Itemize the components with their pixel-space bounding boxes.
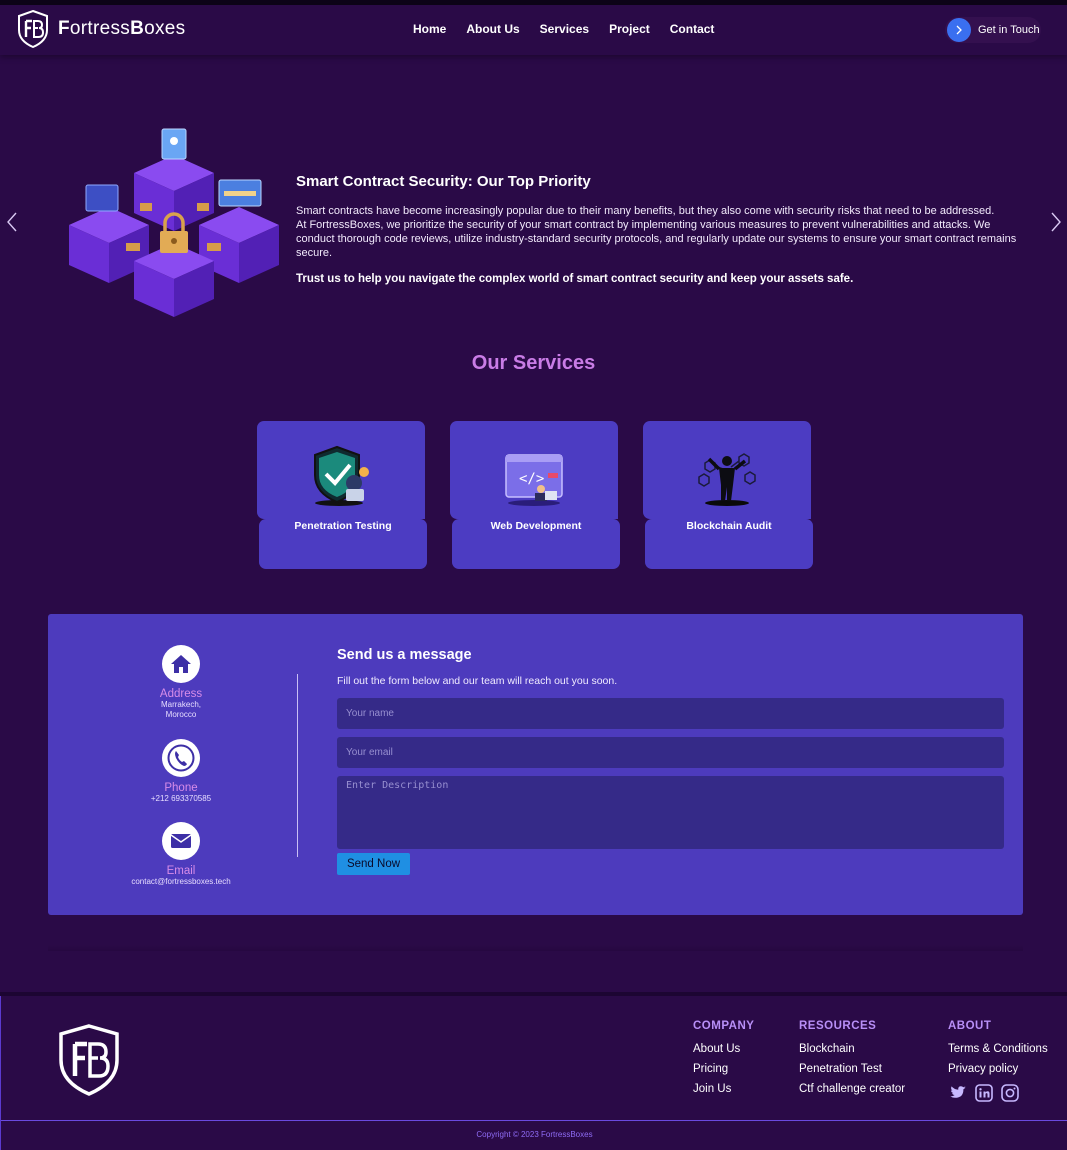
section-divider: [48, 945, 1023, 951]
nav-link-about[interactable]: About Us: [466, 22, 519, 36]
envelope-icon: [162, 822, 200, 860]
get-in-touch-label: Get in Touch: [978, 24, 1040, 36]
blockchain-person-icon: [698, 453, 756, 506]
form-title: Send us a message: [337, 647, 472, 663]
address-line-2: Morocco: [165, 710, 197, 719]
code-window-icon: </>: [505, 454, 563, 506]
brand-name: FortressBoxes: [58, 18, 186, 39]
hero-paragraph-1: Smart contracts have become increasingly…: [296, 205, 995, 217]
form-subtitle: Fill out the form below and our team wil…: [337, 675, 618, 687]
email-label: Email: [166, 865, 196, 877]
service-card-blockchain-audit[interactable]: Blockchain Audit: [643, 421, 813, 569]
address-line-1: Marrakech,: [160, 700, 201, 709]
carousel-prev-icon[interactable]: [5, 211, 19, 233]
footer-col-heading: ABOUT: [948, 1020, 992, 1032]
hero-tagline: Trust us to help you navigate the comple…: [296, 273, 854, 285]
footer-col-company: COMPANY About Us Pricing Join Us: [693, 1020, 754, 1103]
service-card-label: Web Development: [490, 520, 582, 532]
home-icon: [162, 645, 200, 683]
service-card-penetration-testing[interactable]: Penetration Testing: [257, 421, 427, 569]
nav-links: Home About Us Services Project Contact: [413, 22, 714, 36]
hero-content: Smart Contract Security: Our Top Priorit…: [296, 173, 1031, 285]
nav-link-project[interactable]: Project: [609, 22, 650, 36]
contact-phone: Phone +212 693370585: [48, 739, 314, 804]
email-value: contact@fortressboxes.tech: [131, 877, 231, 886]
footer-link-privacy[interactable]: Privacy policy: [948, 1063, 1048, 1075]
send-now-button[interactable]: Send Now: [337, 853, 410, 875]
copyright-text: Copyright © 2023 FortressBoxes: [476, 1130, 593, 1139]
get-in-touch-button[interactable]: Get in Touch: [945, 17, 1041, 43]
svg-text:</>: </>: [519, 471, 544, 487]
service-card-web-development[interactable]: </> Web Development: [450, 421, 620, 569]
service-card-label: Penetration Testing: [294, 520, 392, 532]
hero-title: Smart Contract Security: Our Top Priorit…: [296, 173, 591, 190]
footer-link-penetration-test[interactable]: Penetration Test: [799, 1063, 905, 1075]
social-links: [948, 1083, 1048, 1103]
footer-col-heading: RESOURCES: [799, 1020, 877, 1032]
hero-paragraph-2: At FortressBoxes, we prioritize the secu…: [296, 219, 1017, 259]
chevron-right-icon: [947, 18, 971, 42]
footer-link-about-us[interactable]: About Us: [693, 1043, 754, 1055]
linkedin-icon[interactable]: [974, 1083, 994, 1103]
footer-divider: [1, 1120, 1067, 1121]
phone-label: Phone: [164, 782, 198, 794]
footer-link-join-us[interactable]: Join Us: [693, 1083, 754, 1095]
nav-link-services[interactable]: Services: [540, 22, 589, 36]
name-input[interactable]: [337, 698, 1004, 729]
instagram-icon[interactable]: [1000, 1083, 1020, 1103]
footer-col-resources: RESOURCES Blockchain Penetration Test Ct…: [799, 1020, 905, 1103]
contact-panel: Address Marrakech, Morocco Phone +212 69…: [48, 614, 1023, 915]
footer-link-terms[interactable]: Terms & Conditions: [948, 1043, 1048, 1055]
navbar: FortressBoxes Home About Us Services Pro…: [0, 5, 1067, 55]
contact-address: Address Marrakech, Morocco: [48, 645, 314, 720]
nav-link-contact[interactable]: Contact: [670, 22, 715, 36]
shield-hacker-icon: [314, 445, 369, 506]
email-input[interactable]: [337, 737, 1004, 768]
footer-link-ctf-creator[interactable]: Ctf challenge creator: [799, 1083, 905, 1095]
nav-link-home[interactable]: Home: [413, 22, 446, 36]
address-label: Address: [159, 688, 203, 700]
footer-link-pricing[interactable]: Pricing: [693, 1063, 754, 1075]
services-title: Our Services: [471, 352, 596, 374]
description-textarea[interactable]: [337, 776, 1004, 849]
fortressboxes-shield-icon: [18, 10, 48, 48]
brand-logo[interactable]: FortressBoxes: [17, 10, 185, 48]
security-cubes-illustration: [69, 128, 279, 317]
service-card-label: Blockchain Audit: [686, 520, 772, 532]
footer: COMPANY About Us Pricing Join Us RESOURC…: [0, 996, 1067, 1150]
footer-col-about: ABOUT Terms & Conditions Privacy policy: [948, 1020, 1048, 1103]
contact-email: Email contact@fortressboxes.tech: [48, 822, 314, 887]
phone-value: +212 693370585: [150, 794, 212, 803]
footer-col-heading: COMPANY: [693, 1020, 755, 1032]
twitter-icon[interactable]: [948, 1083, 968, 1103]
footer-logo-icon[interactable]: [59, 1024, 119, 1096]
phone-icon: [162, 739, 200, 777]
footer-link-blockchain[interactable]: Blockchain: [799, 1043, 905, 1055]
carousel-next-icon[interactable]: [1049, 211, 1063, 233]
contact-divider: [297, 674, 298, 857]
